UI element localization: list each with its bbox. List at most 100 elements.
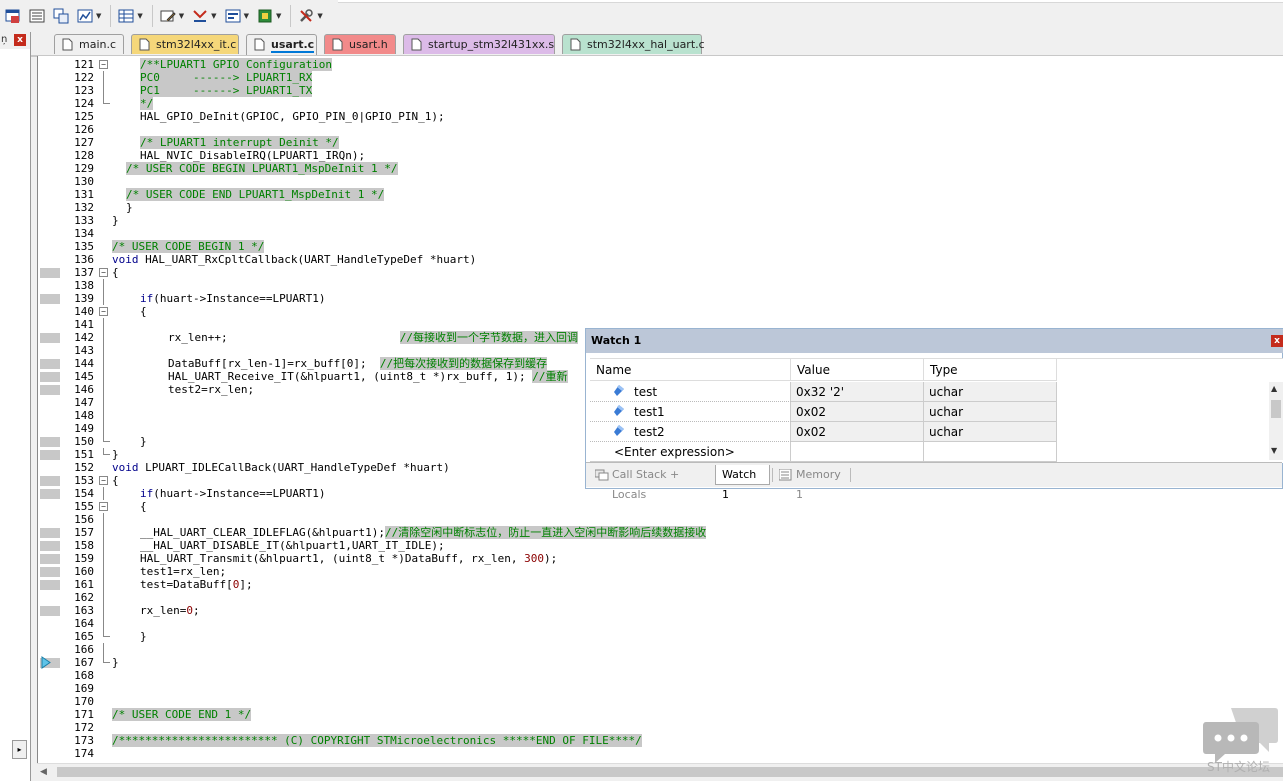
code-line: 124 */ — [38, 97, 1283, 110]
tab-hal-uart-c[interactable]: stm32l4xx_hal_uart.c — [562, 34, 705, 54]
chevron-down-icon[interactable]: ▼ — [179, 12, 184, 20]
watch-icon[interactable] — [222, 5, 244, 27]
close-icon[interactable]: x — [1271, 335, 1283, 347]
tab-watch-1[interactable]: Watch 1 — [715, 465, 770, 501]
breakpoint-margin[interactable] — [40, 437, 60, 447]
breakpoint-margin[interactable] — [40, 333, 60, 343]
breakpoint-margin[interactable] — [40, 268, 60, 278]
code-text: HAL_GPIO_DeInit(GPIOC, GPIO_PIN_0|GPIO_P… — [140, 110, 445, 123]
breakpoint-margin[interactable] — [40, 606, 60, 616]
fold-toggle[interactable]: − — [99, 476, 108, 485]
pin-icon[interactable]: ņ — [1, 34, 7, 45]
scroll-right-button[interactable]: ▸ — [12, 740, 27, 759]
line-number: 154 — [74, 487, 94, 500]
code-text: ; — [192, 604, 200, 617]
code-text: DataBuff[rx_len-1]=rx_buff[0]; — [168, 357, 380, 370]
file-tab-strip: main.c stm32l4xx_it.c usart.c usart.h st… — [31, 32, 1283, 57]
column-header-type[interactable]: Type — [924, 359, 1057, 381]
keyword: void — [112, 253, 139, 266]
watch-vertical-scrollbar[interactable]: ▲ ▼ — [1269, 382, 1283, 460]
breakpoint-margin[interactable] — [40, 489, 60, 499]
tab-call-stack-locals[interactable]: Call Stack + Locals — [590, 465, 714, 501]
line-number: 136 — [74, 253, 94, 266]
toolbar-separator — [110, 5, 112, 27]
fold-toggle[interactable]: − — [99, 268, 108, 277]
tab-label: usart.h — [349, 38, 388, 51]
breakpoint-margin[interactable] — [40, 359, 60, 369]
line-number: 153 — [74, 474, 94, 487]
code-line: 168 — [38, 669, 1283, 682]
chevron-down-icon[interactable]: ▼ — [211, 12, 216, 20]
watch-row[interactable]: test1 0x02 uchar — [590, 402, 1270, 422]
chevron-down-icon[interactable]: ▼ — [276, 12, 281, 20]
enter-expression-cell[interactable]: <Enter expression> — [590, 442, 791, 462]
breakpoint-margin[interactable] — [40, 567, 60, 577]
watch-row[interactable]: test 0x32 '2' uchar — [590, 382, 1270, 402]
code-line: 167} — [38, 656, 1283, 669]
horizontal-scrollbar[interactable]: ◀ — [37, 763, 1283, 780]
grid-icon[interactable] — [115, 5, 137, 27]
code-line: 136 void HAL_UART_RxCpltCallback(UART_Han… — [38, 253, 1283, 266]
chevron-down-icon[interactable]: ▼ — [137, 12, 142, 20]
fold-toggle[interactable]: − — [99, 502, 108, 511]
watch-title[interactable]: Watch 1 — [586, 329, 1283, 353]
close-icon[interactable]: x — [14, 34, 26, 46]
code-text: /* LPUART1 interrupt Deinit */ — [140, 136, 339, 149]
tab-memory-1[interactable]: Memory 1 — [774, 465, 854, 501]
tab-usart-c[interactable]: usart.c — [246, 34, 317, 55]
code-line: 172 — [38, 721, 1283, 734]
code-text: } — [112, 656, 119, 669]
breakpoint-margin[interactable] — [40, 528, 60, 538]
tools-icon[interactable] — [295, 5, 317, 27]
tab-main-c[interactable]: main.c — [54, 34, 124, 54]
chevron-down-icon[interactable]: ▼ — [317, 12, 322, 20]
column-header-value[interactable]: Value — [791, 359, 924, 381]
current-line-arrow-icon — [41, 656, 51, 669]
tab-usart-h[interactable]: usart.h — [324, 34, 396, 54]
breakpoint-margin[interactable] — [40, 476, 60, 486]
breakpoint-margin[interactable] — [40, 554, 60, 564]
breakpoint-margin[interactable] — [40, 541, 60, 551]
scrollbar-thumb[interactable] — [57, 767, 1283, 777]
line-number: 139 — [74, 292, 94, 305]
memory-icon[interactable] — [157, 5, 179, 27]
column-header-name[interactable]: Name — [590, 359, 791, 381]
number-literal: 0 — [186, 604, 193, 617]
disassembly-icon[interactable] — [74, 5, 96, 27]
registers-icon[interactable] — [50, 5, 72, 27]
list-icon[interactable] — [26, 5, 48, 27]
breakpoint-margin[interactable] — [40, 372, 60, 382]
scrollbar-thumb[interactable] — [1271, 400, 1281, 418]
line-number: 161 — [74, 578, 94, 591]
watch-value[interactable]: 0x02 — [791, 402, 924, 422]
callstack-icon[interactable] — [189, 5, 211, 27]
tab-startup-s[interactable]: startup_stm32l431xx.s — [403, 34, 555, 54]
enter-expression[interactable]: <Enter expression> — [614, 442, 735, 462]
cpu-icon[interactable] — [254, 5, 276, 27]
scroll-up-icon[interactable]: ▲ — [1271, 384, 1277, 393]
code-text: /**LPUART1 GPIO Configuration — [140, 58, 333, 71]
enter-expression-row[interactable]: <Enter expression> — [590, 442, 1270, 462]
line-number: 149 — [74, 422, 94, 435]
chevron-down-icon[interactable]: ▼ — [244, 12, 249, 20]
line-number: 147 — [74, 396, 94, 409]
window-icon[interactable] — [2, 5, 24, 27]
code-line: 128 HAL_NVIC_DisableIRQ(LPUART1_IRQn); — [38, 149, 1283, 162]
scroll-left-icon[interactable]: ◀ — [40, 767, 47, 777]
watch-value[interactable]: 0x02 — [791, 422, 924, 442]
chevron-down-icon[interactable]: ▼ — [96, 12, 101, 20]
scroll-down-icon[interactable]: ▼ — [1271, 446, 1277, 455]
file-icon — [139, 38, 150, 51]
fold-toggle[interactable]: − — [99, 60, 108, 69]
code-text: HAL_UART_RxCpltCallback(UART_HandleTypeD… — [138, 253, 477, 266]
breakpoint-margin[interactable] — [40, 450, 60, 460]
tab-stm32l4xx-it-c[interactable]: stm32l4xx_it.c — [131, 34, 239, 54]
fold-toggle[interactable]: − — [99, 307, 108, 316]
breakpoint-margin[interactable] — [40, 294, 60, 304]
breakpoint-margin[interactable] — [40, 385, 60, 395]
line-number: 126 — [74, 123, 94, 136]
watch-value[interactable]: 0x32 '2' — [791, 382, 924, 402]
breakpoint-margin[interactable] — [40, 580, 60, 590]
watch-row[interactable]: test2 0x02 uchar — [590, 422, 1270, 442]
project-panel-header: ņ x — [0, 32, 30, 49]
